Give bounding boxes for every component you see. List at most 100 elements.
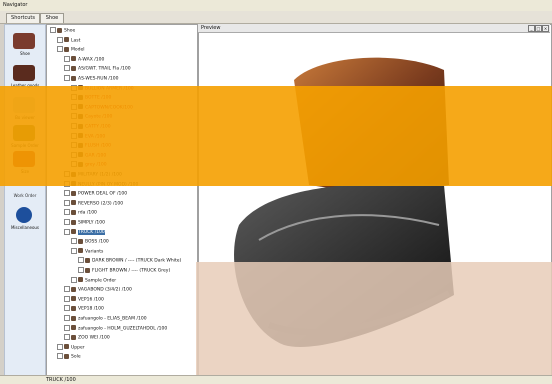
glitch-band-orange bbox=[0, 86, 552, 186]
preview-title: Preview bbox=[201, 25, 221, 31]
tree-row[interactable]: Upper bbox=[57, 343, 85, 351]
tree-row[interactable]: POWER DEAL OF /100 bbox=[64, 190, 127, 197]
expand-toggle-icon[interactable] bbox=[64, 65, 70, 72]
expand-toggle-icon[interactable] bbox=[57, 46, 63, 53]
folder-icon bbox=[64, 37, 69, 43]
expand-toggle-icon[interactable] bbox=[64, 324, 70, 331]
tree-row[interactable]: Shoe bbox=[50, 27, 76, 34]
tree-row-label: AS/GWT. TRAIL Fla /100 bbox=[78, 66, 131, 72]
tree-row[interactable]: VEP16 /100 bbox=[64, 295, 104, 302]
tree-row[interactable]: Sole bbox=[57, 353, 81, 360]
expand-toggle-icon[interactable] bbox=[64, 228, 70, 235]
folder-icon bbox=[71, 75, 76, 81]
expand-toggle-icon[interactable] bbox=[50, 27, 56, 33]
tree-row-label: Upper bbox=[71, 345, 85, 351]
expand-toggle-icon[interactable] bbox=[64, 315, 70, 321]
tree-row[interactable]: REVERSO (2/3) /100 bbox=[64, 199, 124, 207]
expand-toggle-icon[interactable] bbox=[57, 353, 63, 360]
expand-toggle-icon[interactable] bbox=[78, 257, 84, 264]
preview-header: Preview _ □ × bbox=[198, 24, 550, 33]
status-text: TRUCK /100 bbox=[46, 377, 76, 383]
folder-icon bbox=[71, 286, 76, 292]
expand-toggle-icon[interactable] bbox=[64, 75, 70, 81]
sidebar-item-miscellaneous[interactable]: Miscellaneous bbox=[5, 225, 45, 230]
tree-row-label: SIMPLY /100 bbox=[78, 220, 105, 226]
leather-goods-icon[interactable] bbox=[13, 65, 35, 81]
tree-row-label: VEP18 /100 bbox=[78, 306, 104, 312]
navigator-tree: Shoe Last Model A-WAX /100 AS/GWT. TRAIL Fla… bbox=[46, 24, 198, 376]
tree-row-label: zafuangolo - ELIAS_BEAM /100 bbox=[78, 316, 147, 322]
window-title: Navigator bbox=[3, 2, 28, 8]
close-button[interactable]: × bbox=[542, 25, 549, 32]
folder-icon bbox=[71, 56, 76, 62]
tree-row-label: A-WAX /100 bbox=[78, 57, 105, 63]
maximize-button[interactable]: □ bbox=[535, 25, 542, 32]
tree-row-label: zafuangolo - HOLM_GUZELTAHDOL /100 bbox=[78, 326, 168, 332]
expand-toggle-icon[interactable] bbox=[64, 334, 70, 341]
folder-icon bbox=[57, 27, 62, 33]
tree-row[interactable]: rda /100 bbox=[64, 209, 97, 216]
tree-row[interactable]: BOSS /100 bbox=[71, 238, 109, 245]
tree-row[interactable]: Variants bbox=[71, 247, 104, 255]
tree-row-label: BOSS /100 bbox=[85, 239, 109, 245]
folder-icon bbox=[64, 353, 69, 359]
miscellaneous-icon[interactable] bbox=[16, 207, 32, 223]
sidebar-item-work-order[interactable]: Work Order bbox=[5, 193, 45, 198]
tree-row-label: AS-WES-RUN /100 bbox=[78, 76, 119, 82]
tree-row[interactable]: Last bbox=[57, 36, 81, 44]
tree-row[interactable]: ZOO WEI /100 bbox=[64, 334, 110, 341]
minimize-button[interactable]: _ bbox=[528, 25, 535, 32]
sidebar-item-shoe[interactable]: Shoe bbox=[5, 51, 45, 56]
tree-row-label: Shoe bbox=[64, 28, 76, 34]
tree-row[interactable]: AS-WES-RUN /100 bbox=[64, 75, 119, 82]
tree-row[interactable]: VAGABOND (3/4/2) /100 bbox=[64, 286, 132, 293]
expand-toggle-icon[interactable] bbox=[71, 238, 77, 245]
expand-toggle-icon[interactable] bbox=[64, 305, 70, 312]
expand-toggle-icon[interactable] bbox=[64, 295, 70, 302]
expand-toggle-icon[interactable] bbox=[64, 219, 70, 225]
tree-row[interactable]: zafuangolo - ELIAS_BEAM /100 bbox=[64, 315, 147, 322]
tree-row[interactable]: FLIGHT BROWN / ---- (TRUCK Grey) bbox=[78, 267, 170, 274]
tab-shoe[interactable]: Shoe bbox=[40, 13, 64, 23]
expand-toggle-icon[interactable] bbox=[64, 209, 70, 216]
tree-row[interactable]: TRUCK /100 bbox=[64, 228, 105, 236]
tree-row[interactable]: A-WAX /100 bbox=[64, 55, 105, 63]
tree-row-label: Variants bbox=[85, 249, 104, 255]
folder-icon bbox=[78, 238, 83, 244]
sidebar: Shoe Leather goods Bo viewer Sample Orde… bbox=[4, 24, 46, 376]
tree-row[interactable]: Model bbox=[57, 46, 85, 53]
folder-icon bbox=[71, 296, 76, 302]
tree-row-label: Model bbox=[71, 47, 85, 53]
tree-row[interactable]: Sample Order bbox=[71, 276, 117, 284]
expand-toggle-icon[interactable] bbox=[64, 286, 70, 293]
expand-toggle-icon[interactable] bbox=[64, 199, 70, 206]
tree-row-label: ZOO WEI /100 bbox=[78, 335, 110, 341]
expand-toggle-icon[interactable] bbox=[64, 55, 70, 62]
folder-icon bbox=[71, 65, 76, 71]
folder-icon bbox=[71, 325, 76, 331]
tree-row[interactable]: VEP18 /100 bbox=[64, 305, 104, 312]
tree-row-label: Sample Order bbox=[85, 278, 117, 284]
shoe-icon[interactable] bbox=[13, 33, 35, 49]
tab-strip: Shortcuts Shoe bbox=[0, 11, 552, 24]
tree-row[interactable]: zafuangolo - HOLM_GUZELTAHDOL /100 bbox=[64, 324, 168, 332]
expand-toggle-icon[interactable] bbox=[71, 247, 77, 254]
tab-shortcuts[interactable]: Shortcuts bbox=[6, 13, 40, 23]
tree-row-label: Last bbox=[71, 38, 81, 44]
folder-icon bbox=[71, 200, 76, 206]
tree-row-label: DARK BROWN / ---- (TRUCK Dark White) bbox=[92, 258, 182, 264]
folder-icon bbox=[85, 257, 90, 263]
expand-toggle-icon[interactable] bbox=[57, 36, 63, 43]
folder-icon bbox=[78, 277, 83, 283]
folder-icon bbox=[64, 46, 69, 52]
tree-row[interactable]: AS/GWT. TRAIL Fla /100 bbox=[64, 65, 131, 72]
tree-row[interactable]: DARK BROWN / ---- (TRUCK Dark White) bbox=[78, 257, 182, 264]
tree-row[interactable]: SIMPLY /100 bbox=[64, 219, 105, 226]
expand-toggle-icon[interactable] bbox=[78, 267, 84, 273]
expand-toggle-icon[interactable] bbox=[71, 276, 77, 283]
folder-icon bbox=[71, 229, 76, 235]
tree-row-label: REVERSO (2/3) /100 bbox=[78, 201, 124, 207]
tree-row-label: rda /100 bbox=[78, 210, 97, 216]
expand-toggle-icon[interactable] bbox=[57, 343, 63, 350]
expand-toggle-icon[interactable] bbox=[64, 190, 70, 197]
